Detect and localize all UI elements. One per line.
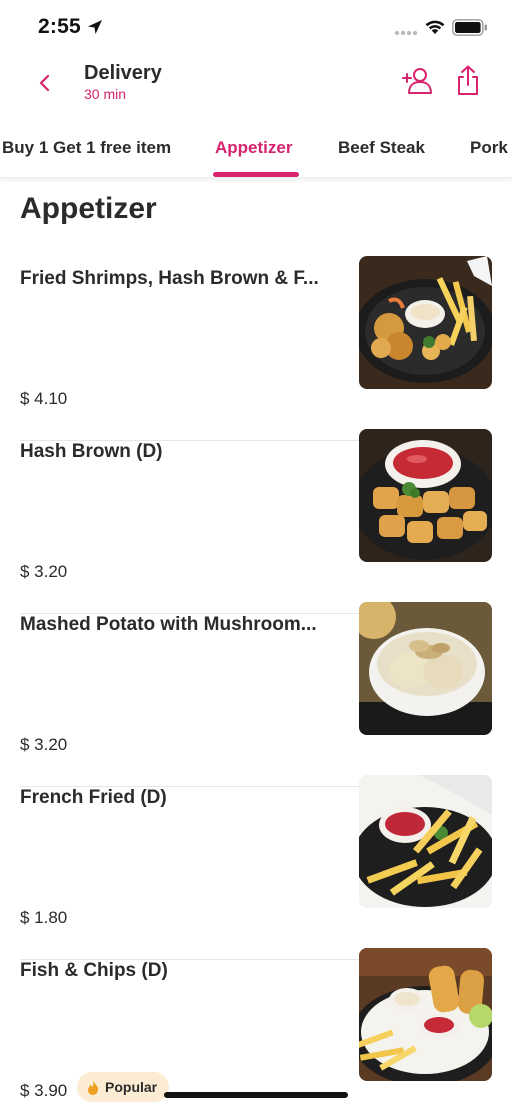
menu-item[interactable]: French Fried (D) $ 1.80 [20, 775, 492, 960]
tab-appetizer[interactable]: Appetizer [215, 138, 292, 158]
back-chevron-icon [39, 74, 50, 92]
item-name: Mashed Potato with Mushroom... [20, 614, 317, 635]
item-photo-mashed-potato [359, 602, 492, 735]
cellular-signal-icon [394, 30, 418, 36]
category-tabs: Buy 1 Get 1 free item Appetizer Beef Ste… [0, 124, 512, 178]
wifi-icon [425, 20, 445, 34]
item-name: Fried Shrimps, Hash Brown & F... [20, 268, 319, 289]
popular-badge-label: Popular [105, 1079, 158, 1095]
menu-item[interactable]: Hash Brown (D) $ 3.20 [20, 429, 492, 614]
item-price: $ 3.20 [20, 562, 68, 581]
delivery-time: 30 min [84, 86, 127, 102]
back-button[interactable] [30, 68, 60, 98]
tab-buy-1-get-1[interactable]: Buy 1 Get 1 free item [2, 138, 171, 158]
menu-item[interactable]: Fish & Chips (D) $ 3.90 Popular [20, 948, 492, 1108]
flame-icon [88, 1079, 99, 1095]
location-arrow-icon [88, 20, 102, 34]
status-bar: 2:55 [0, 0, 512, 54]
tab-pork[interactable]: Pork [470, 138, 508, 158]
status-time: 2:55 [38, 15, 81, 38]
item-photo-fried-shrimps [359, 256, 492, 389]
active-tab-indicator [213, 172, 299, 177]
battery-icon [452, 19, 487, 36]
item-photo-hash-brown [359, 429, 492, 562]
item-photo-french-fries [359, 775, 492, 908]
menu-item[interactable]: Mashed Potato with Mushroom... $ 3.20 [20, 602, 492, 787]
item-name: Hash Brown (D) [20, 441, 163, 462]
item-name: Fish & Chips (D) [20, 960, 168, 981]
home-indicator [164, 1092, 348, 1098]
item-price: $ 3.90 [20, 1081, 68, 1100]
header-title: Delivery [84, 62, 162, 84]
item-name: French Fried (D) [20, 787, 167, 808]
popular-badge: Popular [77, 1072, 170, 1102]
tab-beef-steak[interactable]: Beef Steak [338, 138, 425, 158]
group-order-icon[interactable] [400, 66, 436, 98]
item-price: $ 4.10 [20, 389, 68, 408]
menu-item[interactable]: Fried Shrimps, Hash Brown & F... $ 4.10 [20, 256, 492, 441]
section-title: Appetizer [20, 192, 157, 225]
item-price: $ 3.20 [20, 735, 68, 754]
item-price: $ 1.80 [20, 908, 68, 927]
header: Delivery 30 min [0, 54, 512, 118]
item-photo-fish-and-chips [359, 948, 492, 1081]
share-icon[interactable] [453, 64, 483, 98]
